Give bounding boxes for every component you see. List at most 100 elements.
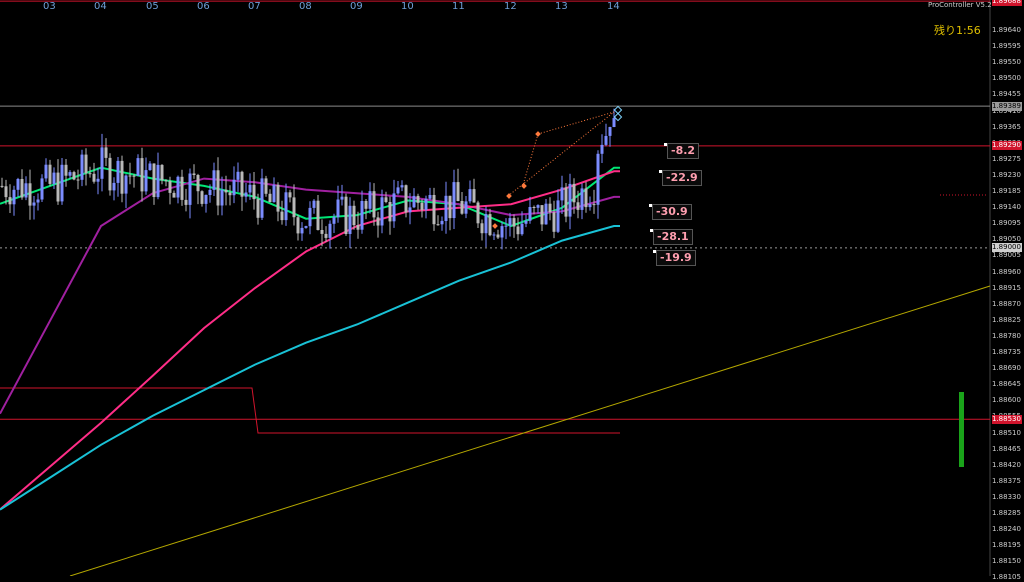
price-tick: 1.88690: [992, 364, 1021, 373]
candle-body: [596, 153, 600, 205]
price-tick: 1.89095: [992, 219, 1021, 228]
candle-body: [472, 189, 476, 203]
trend-line: [69, 285, 991, 576]
candle-body: [232, 179, 236, 196]
price-tick: 1.88915: [992, 283, 1021, 292]
candle-body: [236, 171, 240, 180]
price-tick: 1.88330: [992, 492, 1021, 501]
candle-body: [384, 197, 388, 202]
signal-marker: [492, 223, 498, 229]
candle-body: [196, 175, 200, 192]
candle-body: [128, 175, 132, 177]
candle-body: [316, 200, 320, 230]
candle-body: [164, 180, 168, 182]
candle-body: [488, 214, 492, 236]
date-tick: 11: [452, 1, 465, 12]
deviation-label: -22.9: [662, 170, 702, 186]
price-tick: 1.89455: [992, 90, 1021, 99]
deviation-label: -30.9: [652, 204, 692, 220]
price-tick: 1.88600: [992, 396, 1021, 405]
candle-body: [108, 157, 112, 191]
price-tick: 1.88735: [992, 348, 1021, 356]
candle-body: [520, 223, 524, 235]
candle-body: [36, 199, 40, 203]
deviation-label: -8.2: [667, 143, 700, 159]
candle-body: [264, 178, 268, 194]
price-tick: 1.89185: [992, 187, 1021, 195]
candle-body: [172, 192, 176, 198]
candle-body: [372, 191, 376, 218]
date-tick: 08: [299, 1, 312, 12]
channel-line: [537, 111, 615, 135]
candle-body: [68, 172, 72, 176]
candle-body: [544, 203, 548, 225]
candle-body: [288, 192, 292, 198]
price-level-label: 1.89290: [992, 141, 1022, 151]
date-tick: 05: [146, 1, 159, 12]
price-tick: 1.89595: [992, 42, 1021, 51]
candle-body: [112, 182, 116, 191]
candle-body: [376, 217, 380, 226]
candle-body: [428, 195, 432, 199]
strength-bar: [959, 392, 964, 467]
candle-body: [360, 201, 364, 230]
candle-body: [140, 158, 144, 192]
candle-body: [32, 202, 36, 206]
price-level-label: 1.89688: [992, 0, 1022, 6]
candle-body: [16, 179, 20, 190]
candle-body: [148, 163, 152, 171]
price-tick: 1.88105: [992, 573, 1021, 582]
candle-body: [524, 220, 528, 224]
moving-average-4: [0, 225, 620, 511]
price-tick: 1.88510: [992, 428, 1021, 437]
candle-body: [260, 178, 264, 218]
candle-body: [424, 198, 428, 210]
candle-body: [456, 182, 460, 201]
candle-body: [152, 163, 156, 197]
candle-body: [600, 144, 604, 154]
price-level-label: 1.89389: [992, 101, 1022, 111]
bar-countdown-timer: 残り1:56: [934, 24, 981, 37]
price-tick: 1.88465: [992, 444, 1021, 453]
candle-body: [292, 197, 296, 218]
candle-body: [440, 220, 444, 225]
candle-body: [380, 197, 384, 226]
candle-body: [20, 179, 24, 198]
candle-body: [500, 226, 504, 238]
date-tick: 06: [197, 1, 210, 12]
price-level-label: 1.88530: [992, 414, 1022, 424]
date-tick: 13: [555, 1, 568, 12]
candle-body: [296, 217, 300, 234]
candle-body: [468, 189, 472, 202]
candle-body: [40, 178, 44, 200]
candle-body: [368, 191, 372, 209]
candle-body: [100, 147, 104, 179]
price-tick: 1.88870: [992, 299, 1021, 308]
price-chart[interactable]: [0, 0, 1024, 576]
candle-body: [324, 233, 328, 238]
candle-body: [176, 176, 180, 198]
candle-body: [224, 189, 228, 193]
candle-body: [268, 193, 272, 202]
candle-body: [240, 171, 244, 197]
candle-body: [480, 223, 484, 234]
candle-body: [120, 160, 124, 194]
date-tick: 14: [607, 1, 620, 12]
candle-body: [352, 205, 356, 226]
candle-body: [564, 187, 568, 217]
step-line: [0, 387, 620, 434]
candle-body: [364, 201, 368, 209]
candle-body: [48, 164, 52, 184]
candle-body: [408, 207, 412, 213]
candle-body: [452, 182, 456, 218]
candle-body: [252, 184, 256, 200]
candle-body: [560, 187, 564, 201]
signal-marker: [613, 105, 623, 115]
price-tick: 1.89550: [992, 58, 1021, 67]
price-tick: 1.89365: [992, 122, 1021, 131]
price-tick: 1.89500: [992, 74, 1021, 83]
candle-body: [392, 193, 396, 222]
price-tick: 1.88780: [992, 331, 1021, 340]
candle-body: [448, 195, 452, 219]
signal-marker: [535, 131, 541, 137]
